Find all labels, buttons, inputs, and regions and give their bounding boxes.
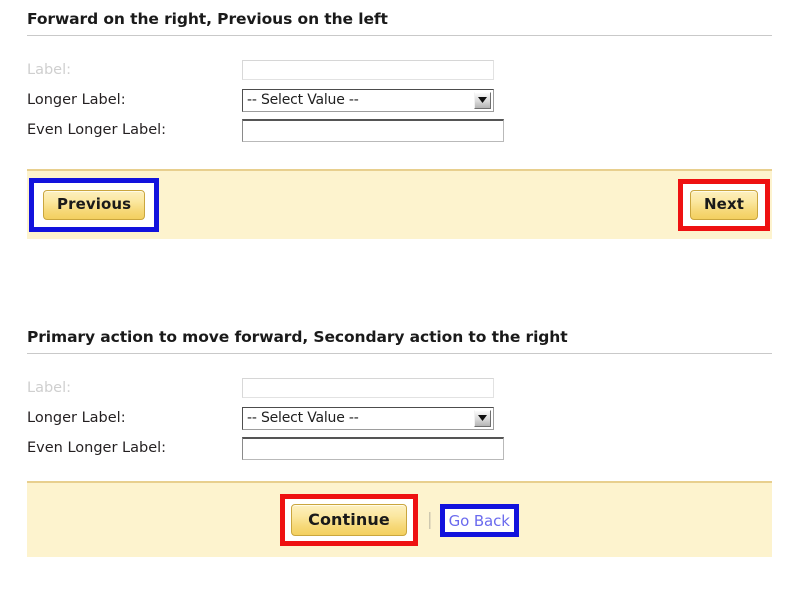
go-back-link[interactable]: Go Back [449,512,510,530]
continue-highlight-box: Continue [280,493,418,547]
next-button[interactable]: Next [690,190,758,220]
form-row: Even Longer Label: [27,433,800,463]
select-selected-value: -- Select Value -- [247,410,359,426]
secondary-action-group: | Go Back [418,503,519,537]
select-selected-value: -- Select Value -- [247,92,359,108]
previous-button[interactable]: Previous [43,190,146,220]
chevron-down-icon[interactable] [474,409,491,427]
next-highlight-box: Next [678,179,770,231]
form-row: Longer Label: -- Select Value -- [27,85,800,115]
chevron-down-icon[interactable] [474,91,491,109]
even-longer-label-input[interactable] [242,118,504,142]
form-row: Label: [27,373,800,403]
action-bar-1: Previous Next [27,169,772,239]
label-input[interactable] [242,378,494,398]
field-label-even-longer: Even Longer Label: [27,122,167,138]
longer-label-select[interactable]: -- Select Value -- [242,88,494,112]
longer-label-select[interactable]: -- Select Value -- [242,406,494,430]
page-title: Forward on the right, Previous on the le… [27,10,388,28]
field-wrap: -- Select Value -- [242,406,494,430]
field-wrap [242,436,504,460]
go-back-highlight-box: Go Back [439,503,519,537]
field-label-even-longer: Even Longer Label: [27,440,167,456]
field-wrap [242,60,494,80]
continue-button[interactable]: Continue [291,503,407,537]
section-primary-secondary: Primary action to move forward, Secondar… [0,318,800,557]
action-bar-2: Continue | Go Back [27,481,772,557]
field-wrap [242,118,504,142]
field-wrap: -- Select Value -- [242,88,494,112]
even-longer-label-input[interactable] [242,436,504,460]
form-row: Even Longer Label: [27,115,800,145]
action-separator: | [426,510,433,530]
section-forward-right: Forward on the right, Previous on the le… [0,0,800,239]
field-wrap [242,378,494,398]
form-2: Label: Longer Label: -- Select Value -- [0,354,800,463]
field-label-label: Label: [27,62,72,78]
field-label-longer: Longer Label: [27,92,126,108]
form-row: Longer Label: -- Select Value -- [27,403,800,433]
field-label-longer: Longer Label: [27,410,126,426]
page-root: Forward on the right, Previous on the le… [0,0,800,608]
field-label-label: Label: [27,380,72,396]
previous-highlight-box: Previous [29,178,160,232]
form-row: Label: [27,55,800,85]
label-input[interactable] [242,60,494,80]
form-1: Label: Longer Label: -- Select Value -- [0,36,800,145]
section-title-2: Primary action to move forward, Secondar… [27,328,568,346]
